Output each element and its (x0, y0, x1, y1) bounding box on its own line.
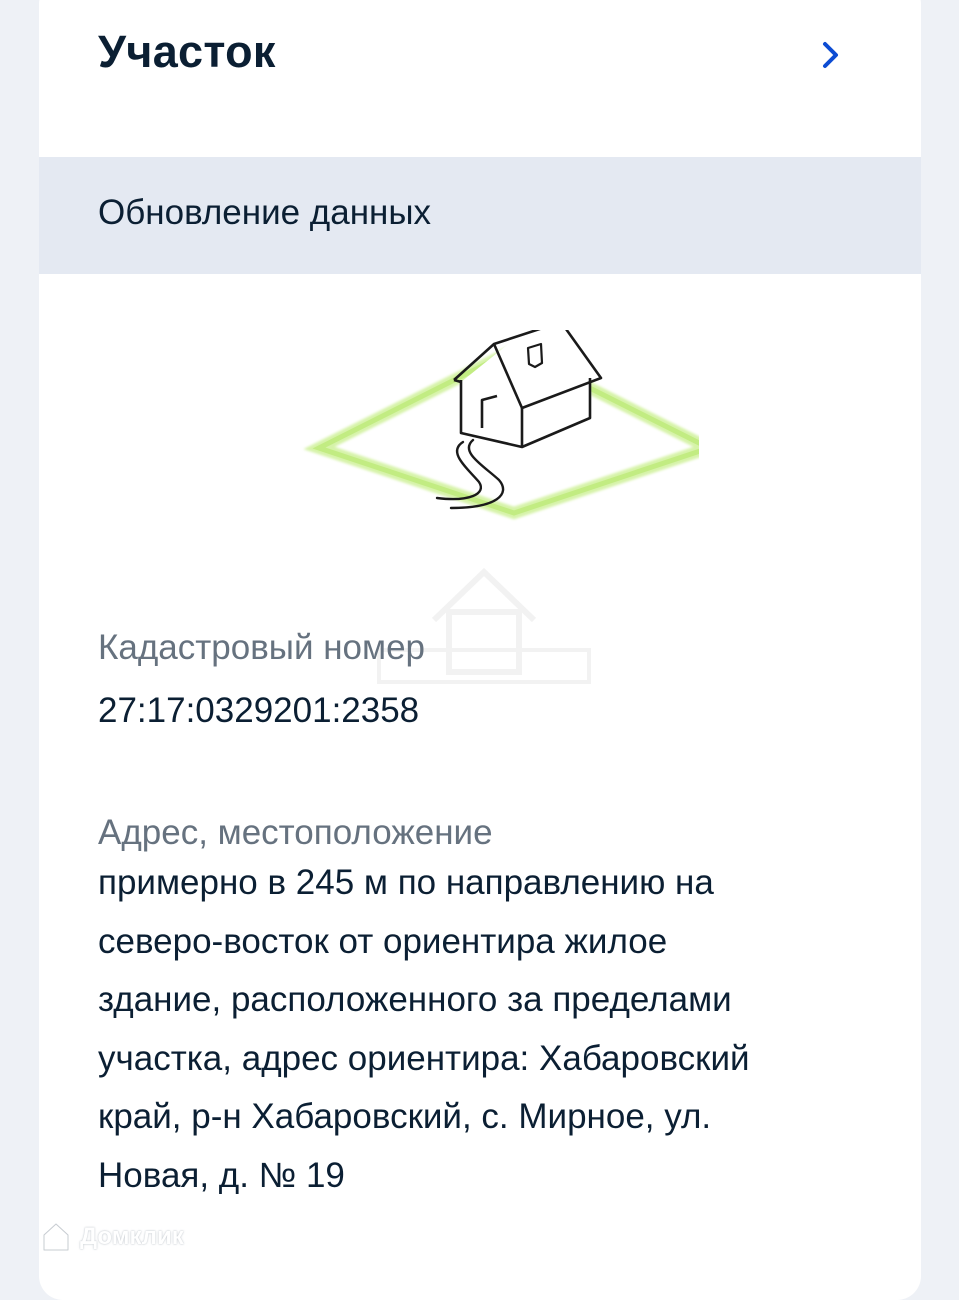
address-value: примерно в 245 м по направлению на север… (98, 854, 858, 1205)
address-line: примерно в 245 м по направлению на (98, 863, 714, 902)
cadastral-value: 27:17:0329201:2358 (98, 691, 420, 730)
update-banner[interactable]: Обновление данных (39, 157, 921, 274)
domclick-watermark: Домклик (38, 1218, 184, 1256)
address-line: северо-восток от ориентира жилое (98, 921, 668, 961)
update-banner-text: Обновление данных (98, 193, 432, 232)
address-line: Новая, д. № 19 (98, 1155, 345, 1195)
address-line: край, р-н Хабаровский, с. Мирное, ул. (98, 1097, 712, 1136)
house-plot-icon (303, 330, 699, 520)
cadastral-label: Кадастровый номер (98, 628, 426, 667)
card-title: Участок (98, 26, 276, 77)
card-header[interactable]: Участок (39, 0, 921, 137)
address-label: Адрес, местоположение (98, 813, 493, 852)
address-line: участка, адрес ориентира: Хабаровский (98, 1038, 750, 1078)
plot-card: Участок Обновление данных Кадастровый но… (39, 0, 921, 1300)
address-line: здание, расположенного за пределами (98, 980, 732, 1019)
watermark-house-icon (377, 567, 591, 684)
domclick-watermark-text: Домклик (80, 1223, 184, 1250)
domclick-logo-icon (42, 1222, 70, 1252)
chevron-right-icon[interactable] (819, 40, 843, 70)
